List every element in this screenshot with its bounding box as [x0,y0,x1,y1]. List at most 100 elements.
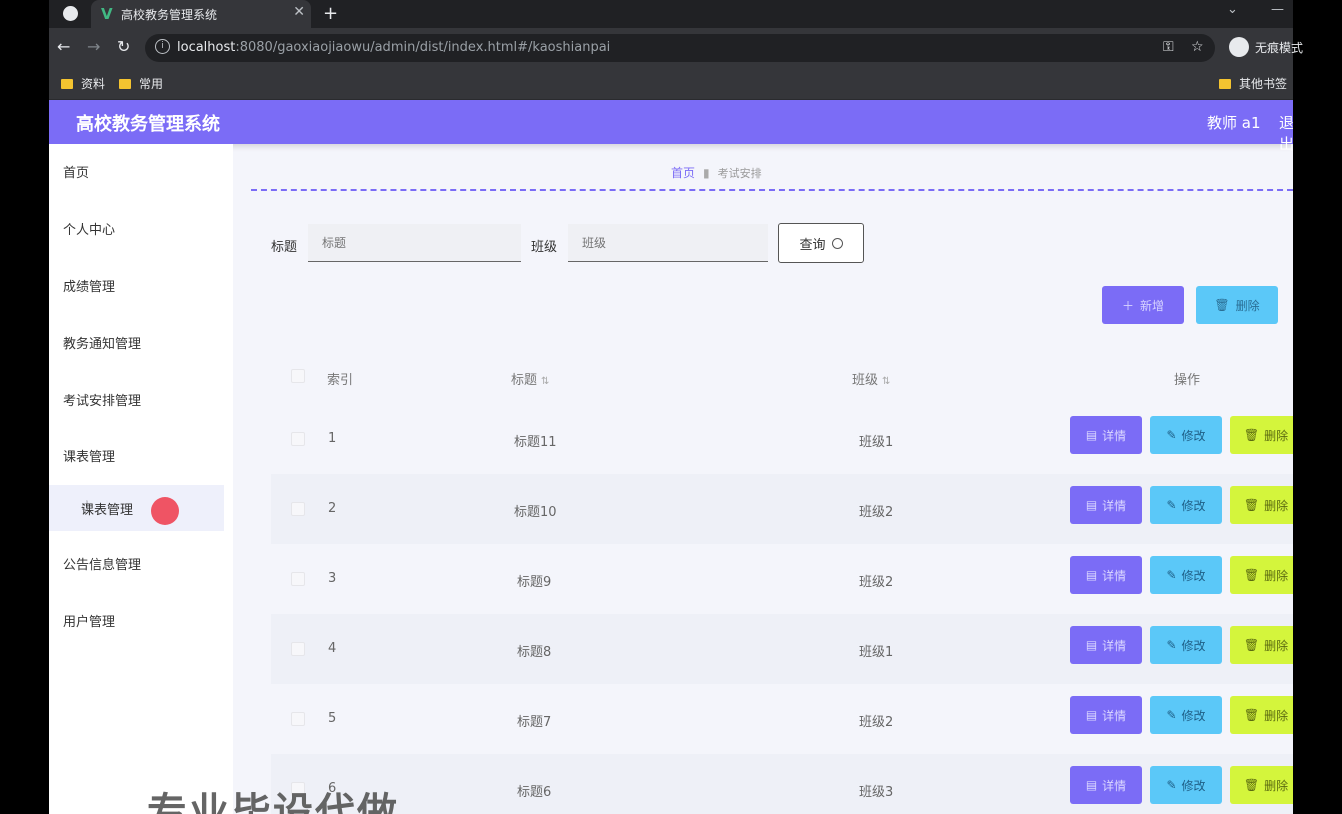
column-header-class-label: 班级 [852,373,879,388]
detail-button[interactable]: ▤ 详情 [1070,556,1142,594]
top-header: 高校教务管理系统 教师 a1 退出 [49,100,1293,153]
delete-button[interactable]: 🗑 删除 [1230,416,1293,454]
row-checkbox[interactable] [291,502,305,516]
sidebar-item-timetable[interactable]: 课表管理 [63,446,115,465]
query-button[interactable]: 查询 [778,223,864,263]
detail-label: 详情 [1102,428,1127,443]
bookmark-folder-ziliao[interactable]: 资料 [61,75,105,92]
other-bookmarks[interactable]: 其他书签 [1219,75,1287,92]
sidebar-item-notices[interactable]: 教务通知管理 [63,333,141,352]
reload-icon[interactable]: ↻ [117,37,130,56]
add-label: 新增 [1140,298,1165,313]
tab-title: 高校教务管理系统 [121,8,218,22]
edit-label: 修改 [1181,778,1206,793]
add-button[interactable]: ＋ 新增 [1102,286,1184,324]
incognito-icon [1229,37,1249,57]
delete-button[interactable]: 🗑 删除 [1230,766,1293,804]
minimize-button[interactable]: — [1271,2,1284,17]
row-checkbox[interactable] [291,572,305,586]
edit-label: 修改 [1181,708,1206,723]
delete-label: 删除 [1264,638,1289,653]
table-row: 3 标题9 班级2 ▤ 详情 ✎ 修改 🗑 删除 [271,544,1293,614]
edit-label: 修改 [1181,638,1206,653]
column-header-class[interactable]: 班级 ⇅ [852,369,890,388]
sidebar-item-grades[interactable]: 成绩管理 [63,276,115,295]
star-icon[interactable]: ☆ [1191,39,1204,55]
bookmarks-bar: 资料 常用 其他书签 [49,68,1293,100]
batch-delete-button[interactable]: 🗑 删除 [1196,286,1278,324]
edit-button[interactable]: ✎ 修改 [1150,626,1222,664]
edit-button[interactable]: ✎ 修改 [1150,696,1222,734]
delete-button[interactable]: 🗑 删除 [1230,626,1293,664]
delete-button[interactable]: 🗑 删除 [1230,696,1293,734]
browser-app-icon[interactable] [63,6,78,21]
detail-button[interactable]: ▤ 详情 [1070,766,1142,804]
sidebar-item-announcements[interactable]: 公告信息管理 [63,554,141,573]
row-checkbox[interactable] [291,712,305,726]
sidebar-item-exams[interactable]: 考试安排管理 [63,390,141,409]
sidebar-subitem-timetable[interactable]: 课表管理 ☝ [49,485,224,531]
trash-icon: 🗑 [1243,708,1260,722]
sort-icon[interactable]: ⇅ [882,376,890,387]
edit-button[interactable]: ✎ 修改 [1150,556,1222,594]
browser-chrome: V 高校教务管理系统 ✕ + ⌄ — ← → ↻ i localhost:808… [49,0,1303,100]
delete-label: 删除 [1264,498,1289,513]
tab-close-icon[interactable]: ✕ [293,4,305,20]
browser-tab[interactable]: V 高校教务管理系统 ✕ [91,0,311,28]
pencil-icon: ✎ [1166,638,1177,652]
doc-icon: ▤ [1085,428,1098,442]
new-tab-button[interactable]: + [323,3,338,24]
forward-arrow-icon[interactable]: → [87,37,100,56]
incognito-profile[interactable]: 无痕模式 [1229,37,1303,57]
cell-title: 标题7 [517,715,552,730]
bookmark-folder-changyong[interactable]: 常用 [119,75,163,92]
doc-icon: ▤ [1085,778,1098,792]
cell-title: 标题8 [517,645,552,660]
pencil-icon: ✎ [1166,778,1177,792]
cell-class: 班级1 [859,435,894,450]
cell-class: 班级3 [859,785,894,800]
sidebar-item-profile[interactable]: 个人中心 [63,219,115,238]
edit-button[interactable]: ✎ 修改 [1150,486,1222,524]
cell-title: 标题10 [514,505,557,520]
info-icon[interactable]: i [155,39,170,54]
folder-icon [61,78,73,89]
back-arrow-icon[interactable]: ← [57,37,70,56]
other-bookmarks-label: 其他书签 [1239,77,1288,91]
detail-button[interactable]: ▤ 详情 [1070,486,1142,524]
breadcrumb-home[interactable]: 首页 [671,166,695,180]
edit-button[interactable]: ✎ 修改 [1150,416,1222,454]
row-checkbox[interactable] [291,432,305,446]
cell-title: 标题6 [517,785,552,800]
row-checkbox[interactable] [291,642,305,656]
detail-label: 详情 [1102,638,1127,653]
url-text[interactable]: localhost:8080/gaoxiaojiaowu/admin/dist/… [177,40,610,55]
detail-button[interactable]: ▤ 详情 [1070,696,1142,734]
hand-pointer-icon: ☝ [81,499,89,514]
sidebar-item-home[interactable]: 首页 [63,162,89,181]
class-search-input[interactable] [568,224,768,262]
column-header-title[interactable]: 标题 ⇅ [511,369,549,388]
detail-label: 详情 [1102,708,1127,723]
key-icon[interactable]: ⚿ [1163,39,1174,55]
sidebar-item-users[interactable]: 用户管理 [63,611,115,630]
trash-icon: 🗑 [1243,568,1260,582]
sidebar: 首页 个人中心 成绩管理 教务通知管理 考试安排管理 课表管理 课表管理 ☝ 公… [49,144,233,814]
address-bar[interactable]: i localhost:8080/gaoxiaojiaowu/admin/dis… [145,34,1215,62]
cell-class: 班级2 [859,575,894,590]
query-label: 查询 [799,237,826,253]
title-search-input[interactable] [308,224,521,262]
cell-title: 标题9 [517,575,552,590]
delete-label: 删除 [1264,428,1289,443]
detail-button[interactable]: ▤ 详情 [1070,416,1142,454]
table-row: 4 标题8 班级1 ▤ 详情 ✎ 修改 🗑 删除 [271,614,1293,684]
bookmark-label: 资料 [81,77,106,91]
tab-search-chevron-icon[interactable]: ⌄ [1227,2,1238,17]
delete-button[interactable]: 🗑 删除 [1230,486,1293,524]
delete-button[interactable]: 🗑 删除 [1230,556,1293,594]
edit-button[interactable]: ✎ 修改 [1150,766,1222,804]
detail-button[interactable]: ▤ 详情 [1070,626,1142,664]
sort-icon[interactable]: ⇅ [541,376,549,387]
select-all-checkbox[interactable] [291,369,305,383]
edit-label: 修改 [1181,568,1206,583]
